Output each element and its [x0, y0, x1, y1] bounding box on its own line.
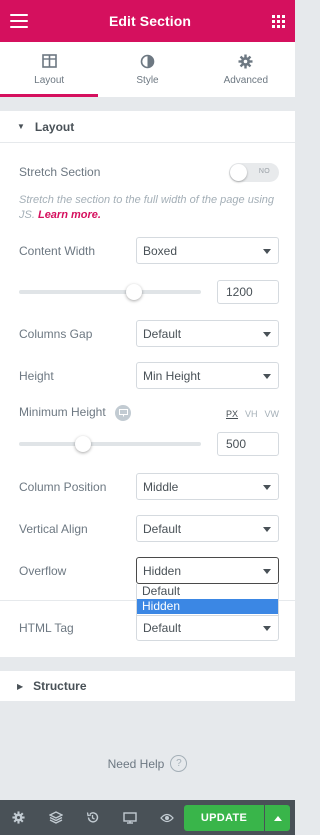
update-options-button[interactable]	[265, 805, 290, 831]
structure-section-header[interactable]: ▶ Structure	[0, 670, 295, 702]
overflow-label: Overflow	[19, 564, 67, 578]
toggle-state-text: NO	[258, 168, 270, 175]
caret-right-icon: ▶	[17, 681, 24, 691]
caret-down-icon: ▼	[17, 122, 25, 131]
dropdown-option-default[interactable]: Default	[137, 584, 278, 599]
layers-icon[interactable]	[37, 800, 74, 835]
gear-icon	[238, 53, 253, 69]
panel-header: Edit Section	[0, 0, 295, 42]
desktop-monitor-icon[interactable]	[115, 405, 132, 421]
unit-px[interactable]: PX	[226, 409, 238, 419]
minimum-height-label-text: Minimum Height	[19, 405, 106, 420]
width-slider-thumb[interactable]	[126, 284, 142, 300]
content-width-label: Content Width	[19, 244, 96, 258]
vertical-align-value: Default	[143, 521, 182, 536]
half-circle-icon	[140, 53, 155, 69]
tab-advanced[interactable]: Advanced	[197, 42, 295, 97]
unit-switcher: PX VH VW	[226, 409, 279, 419]
caret-up-icon	[273, 815, 282, 821]
update-button[interactable]: UPDATE	[184, 805, 264, 831]
preview-icon[interactable]	[148, 800, 185, 835]
tab-advanced-label: Advanced	[223, 75, 269, 86]
select-arrow-icon	[263, 569, 271, 574]
overflow-value: Hidden	[143, 563, 182, 578]
html-tag-label: HTML Tag	[19, 621, 74, 635]
panel-tabs: Layout Style Advanced	[0, 42, 295, 97]
html-tag-select[interactable]: Default	[136, 614, 279, 641]
stretch-section-label: Stretch Section	[19, 165, 101, 179]
min-height-slider[interactable]	[19, 436, 201, 452]
vertical-align-label: Vertical Align	[19, 522, 88, 536]
columns-icon	[41, 53, 57, 69]
select-arrow-icon	[263, 527, 271, 532]
min-height-input[interactable]: 500	[217, 432, 279, 456]
width-input-value: 1200	[226, 285, 253, 299]
stretch-description: Stretch the section to the full width of…	[19, 193, 281, 223]
stretch-section-toggle[interactable]: NO	[229, 163, 279, 182]
columns-gap-value: Default	[143, 326, 182, 341]
unit-vw[interactable]: VW	[265, 409, 280, 419]
vertical-align-select[interactable]: Default	[136, 515, 279, 542]
tab-style[interactable]: Style	[98, 42, 196, 97]
grid-icon[interactable]	[271, 14, 285, 28]
tab-layout-label: Layout	[34, 75, 65, 86]
min-height-input-value: 500	[226, 437, 247, 451]
layout-section-title: Layout	[34, 119, 75, 134]
height-label: Height	[19, 369, 54, 383]
need-help-label: Need Help	[107, 756, 165, 771]
select-arrow-icon	[263, 626, 271, 631]
overflow-dropdown-list: Default Hidden	[136, 584, 279, 616]
panel-title: Edit Section	[108, 13, 192, 29]
width-input[interactable]: 1200	[217, 280, 279, 304]
content-width-value: Boxed	[143, 243, 178, 258]
select-arrow-icon	[263, 374, 271, 379]
question-icon: ?	[170, 755, 188, 772]
height-select[interactable]: Min Height	[136, 362, 279, 389]
tab-layout[interactable]: Layout	[0, 42, 99, 97]
min-height-slider-thumb[interactable]	[75, 436, 91, 452]
learn-more-link[interactable]: Learn more.	[38, 209, 101, 221]
tab-style-label: Style	[136, 75, 159, 86]
height-value: Min Height	[143, 368, 201, 383]
select-arrow-icon	[263, 249, 271, 254]
structure-section-title: Structure	[33, 679, 87, 693]
history-icon[interactable]	[74, 800, 111, 835]
layout-section-header[interactable]: ▼ Layout	[0, 111, 295, 143]
select-arrow-icon	[263, 332, 271, 337]
column-position-select[interactable]: Middle	[136, 473, 279, 500]
content-width-select[interactable]: Boxed	[136, 237, 279, 264]
tabs-separator	[0, 97, 295, 111]
unit-vh[interactable]: VH	[245, 409, 258, 419]
responsive-icon[interactable]	[111, 800, 148, 835]
dropdown-option-hidden[interactable]: Hidden	[137, 599, 278, 614]
minimum-height-label: Minimum Height	[19, 405, 132, 421]
select-arrow-icon	[263, 485, 271, 490]
hamburger-icon[interactable]	[10, 14, 28, 28]
settings-icon[interactable]	[0, 800, 37, 835]
columns-gap-label: Columns Gap	[19, 327, 93, 341]
width-slider[interactable]	[19, 284, 201, 300]
column-position-value: Middle	[143, 479, 179, 494]
column-position-label: Column Position	[19, 480, 107, 494]
columns-gap-select[interactable]: Default	[136, 320, 279, 347]
panel-footer: UPDATE	[0, 800, 295, 835]
need-help-link[interactable]: Need Help ?	[0, 755, 295, 772]
html-tag-value: Default	[143, 620, 182, 635]
toggle-knob	[230, 164, 247, 181]
overflow-select[interactable]: Hidden	[136, 557, 279, 584]
